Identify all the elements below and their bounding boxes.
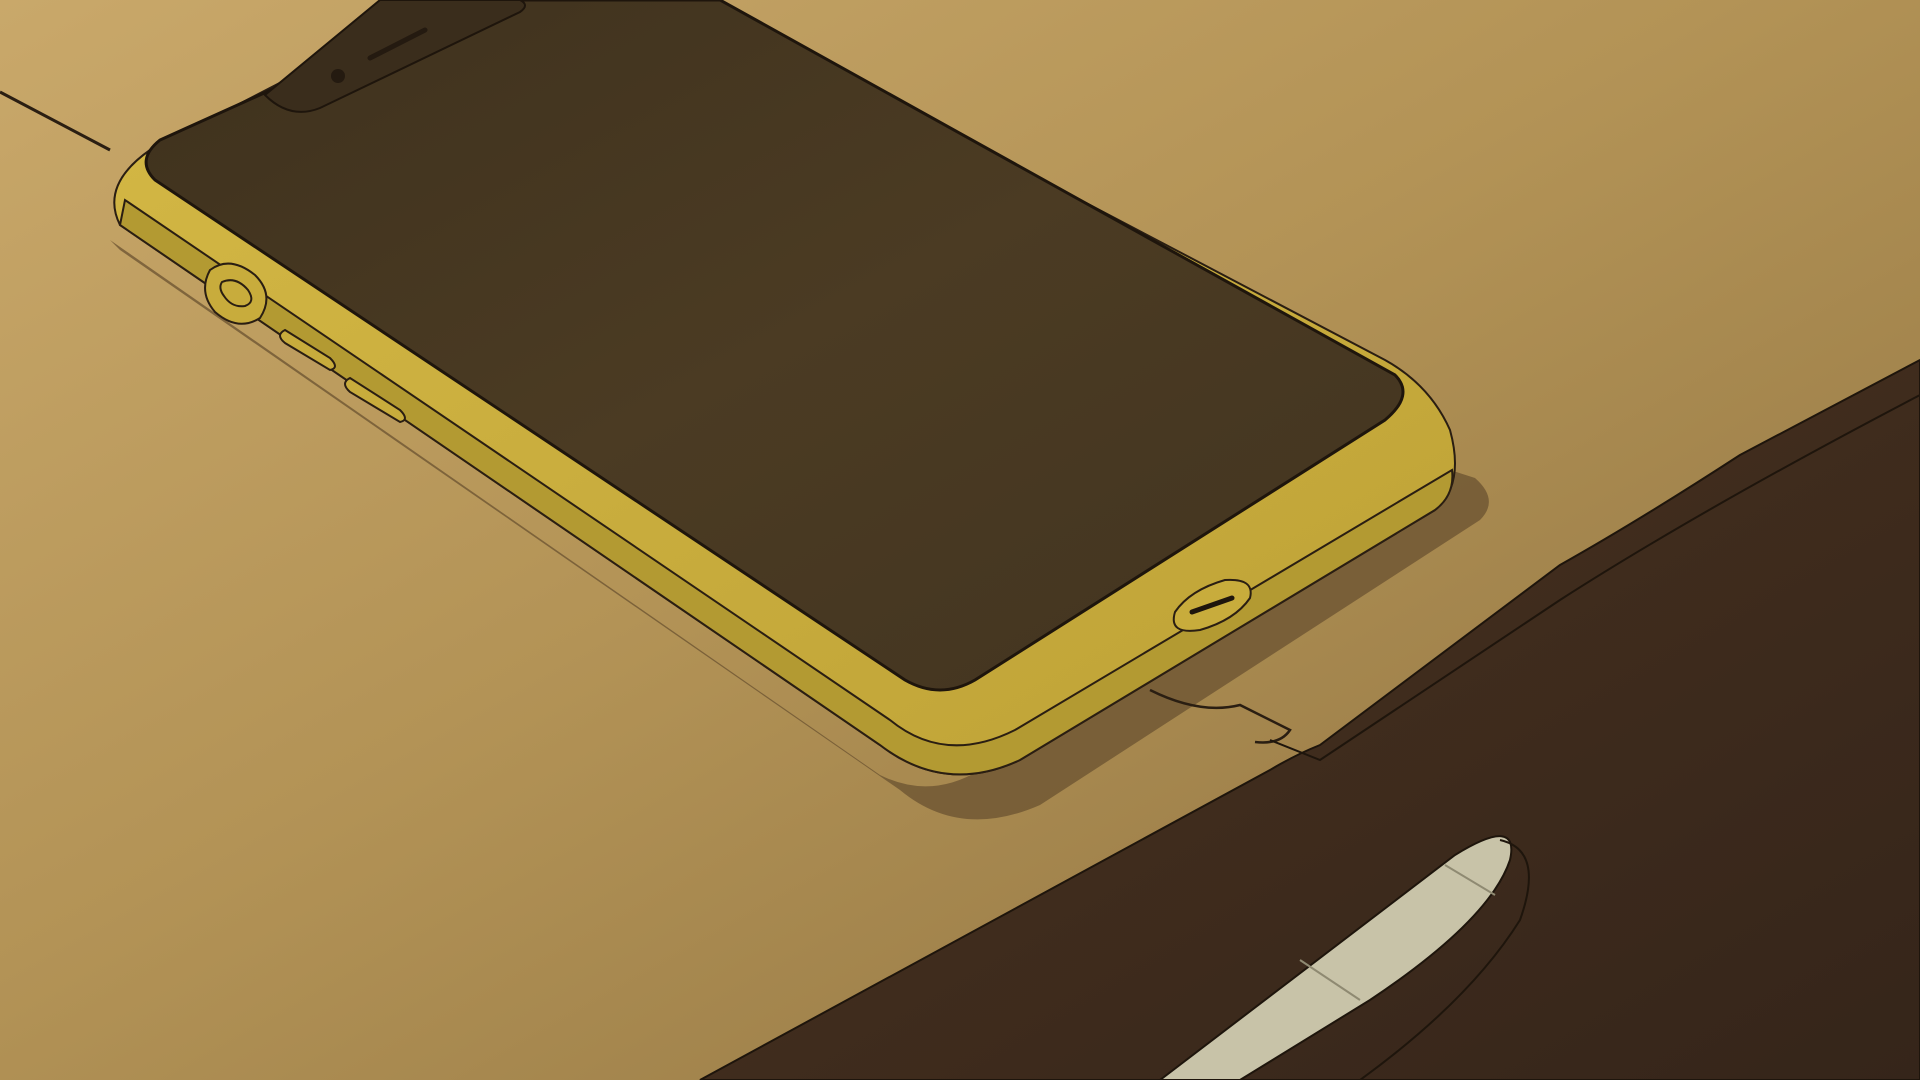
- anime-scene: [0, 0, 1920, 1080]
- front-camera: [331, 69, 345, 83]
- scene-illustration: [0, 0, 1920, 1080]
